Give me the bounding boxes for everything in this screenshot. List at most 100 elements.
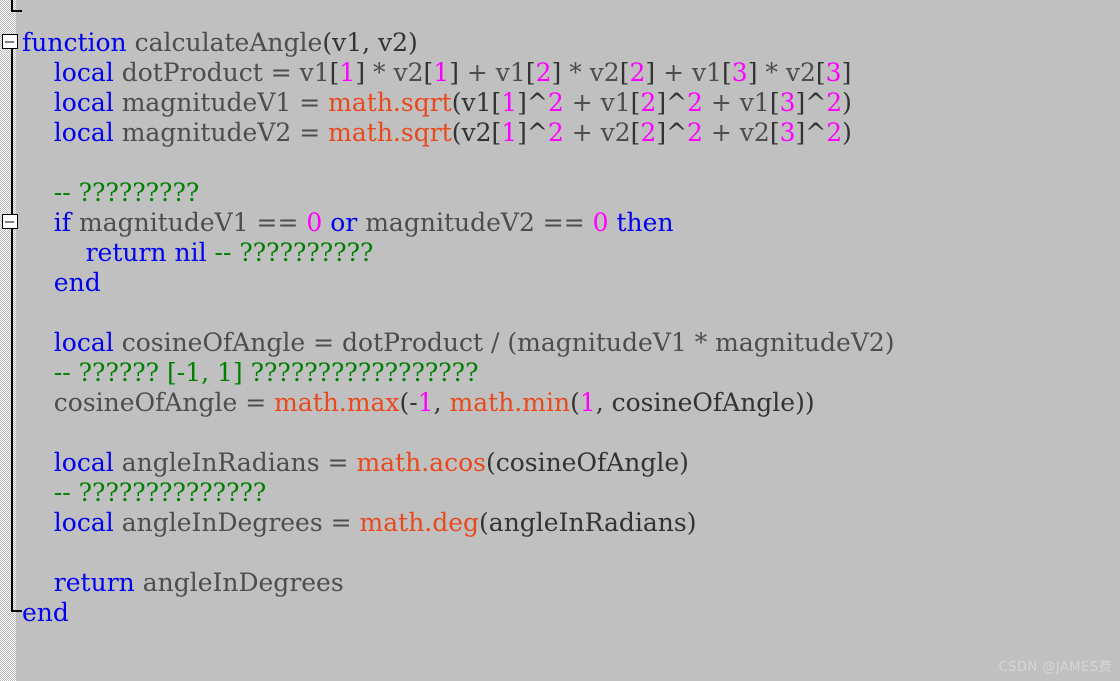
code-token-ident: magnitudeV2 ==	[357, 208, 593, 237]
code-line[interactable]	[22, 538, 1120, 568]
code-line[interactable]: local angleInDegrees = math.deg(angleInR…	[22, 508, 1120, 538]
code-token-num: 2	[687, 88, 703, 117]
code-token-kw: return	[85, 238, 167, 267]
code-token-num: 2	[687, 118, 703, 147]
code-line[interactable]: cosineOfAngle = math.max(-1, math.min(1,…	[22, 388, 1120, 418]
gutter-edge	[16, 0, 22, 681]
code-token-punct: ]^	[517, 88, 548, 117]
code-token-kw: local	[53, 118, 114, 147]
code-line[interactable]: -- ?????? [-1, 1] ?????????????????	[22, 358, 1120, 388]
code-line[interactable]: end	[22, 598, 1120, 628]
code-token-kw: local	[53, 58, 114, 87]
code-token-punct: [	[769, 118, 780, 147]
code-token-num: 2	[629, 58, 646, 87]
code-token-ident: magnitudeV1 ==	[71, 208, 307, 237]
code-token-kw: then	[616, 208, 674, 237]
code-token-ident: * v2	[757, 58, 816, 87]
code-token-num: 0	[306, 208, 323, 237]
code-token-num: 2	[547, 88, 564, 117]
code-line[interactable]	[22, 418, 1120, 448]
code-token-punct: (cosineOfAngle)	[485, 448, 689, 477]
code-token-ident: * v2	[561, 58, 620, 87]
code-token-punct: ]	[645, 58, 656, 87]
code-line[interactable]	[22, 148, 1120, 178]
code-token-ident: cosineOfAngle = dotProduct / (magnitudeV…	[113, 328, 895, 357]
code-token-fn: math.min	[449, 388, 571, 417]
code-line[interactable]: local dotProduct = v1[1] * v2[1] + v1[2]…	[22, 58, 1120, 88]
code-token-punct: ]^	[795, 118, 827, 147]
code-token-kw: function	[22, 28, 127, 57]
code-token-punct: [	[815, 58, 826, 87]
code-line[interactable]: -- ??????????????	[22, 478, 1120, 508]
fold-marker-if[interactable]	[2, 214, 18, 229]
code-token-punct: (	[570, 388, 580, 417]
code-token-punct: [	[491, 88, 502, 117]
code-token-fn: math.acos	[356, 448, 486, 477]
code-line[interactable]: local magnitudeV1 = math.sqrt(v1[1]^2 + …	[22, 88, 1120, 118]
code-line[interactable]: function calculateAngle(v1, v2)	[22, 28, 1120, 58]
code-token-kw: local	[53, 88, 114, 117]
code-token-ident	[609, 208, 617, 237]
fold-marker-function[interactable]	[2, 34, 18, 49]
code-text-area[interactable]: function calculateAngle(v1, v2) local do…	[22, 0, 1120, 681]
code-line[interactable]: local angleInRadians = math.acos(cosineO…	[22, 448, 1120, 478]
code-line[interactable]: return angleInDegrees	[22, 568, 1120, 598]
code-token-punct: ]	[747, 58, 758, 87]
code-token-kw: local	[53, 508, 114, 537]
code-token-punct: [	[630, 118, 641, 147]
code-token-ident: cosineOfAngle =	[53, 388, 275, 417]
code-token-kw: if	[53, 208, 72, 237]
code-token-ident: + v1	[458, 58, 526, 87]
code-token-ident: + v2	[702, 118, 770, 147]
code-token-num: 3	[731, 58, 748, 87]
code-token-comment: -- ?????????	[53, 178, 200, 207]
code-token-kw: nil	[174, 238, 207, 267]
code-token-num: 1	[339, 58, 356, 87]
code-token-ident: magnitudeV1 =	[113, 88, 329, 117]
code-token-num: 2	[535, 58, 552, 87]
code-token-num: 1	[501, 88, 518, 117]
code-token-kw: local	[53, 328, 114, 357]
code-line[interactable]: local magnitudeV2 = math.sqrt(v2[1]^2 + …	[22, 118, 1120, 148]
code-token-fn: math.deg	[359, 508, 480, 537]
code-token-num: 0	[592, 208, 609, 237]
code-line[interactable]: end	[22, 268, 1120, 298]
code-token-num: 2	[826, 118, 843, 147]
code-token-num: 2	[826, 88, 843, 117]
code-token-num: 1	[501, 118, 518, 147]
code-token-num: 1	[433, 58, 450, 87]
code-token-ident	[207, 238, 215, 267]
code-token-kw: or	[330, 208, 358, 237]
code-token-punct: (v1, v2)	[322, 28, 418, 57]
code-line[interactable]: local cosineOfAngle = dotProduct / (magn…	[22, 328, 1120, 358]
code-token-ident: angleInRadians =	[113, 448, 357, 477]
code-token-num: 3	[825, 58, 842, 87]
code-token-num: 2	[547, 118, 564, 147]
code-token-ident: angleInDegrees	[134, 568, 344, 597]
code-token-comment: -- ??????????????	[53, 478, 267, 507]
code-line[interactable]	[22, 298, 1120, 328]
code-token-punct: ]^	[656, 88, 688, 117]
code-folding-gutter[interactable]	[0, 0, 16, 681]
code-token-punct: ]	[355, 58, 366, 87]
code-token-num: 2	[640, 118, 657, 147]
code-token-fn: math.sqrt	[328, 118, 452, 147]
code-line[interactable]: if magnitudeV1 == 0 or magnitudeV2 == 0 …	[22, 208, 1120, 238]
code-token-ident: + v1	[655, 58, 723, 87]
code-token-punct: (angleInRadians)	[479, 508, 697, 537]
code-token-punct: ]	[449, 58, 459, 87]
fold-line-corner-bottom	[11, 598, 22, 612]
code-line[interactable]: return nil -- ??????????	[22, 238, 1120, 268]
code-token-ident: angleInDegrees =	[113, 508, 360, 537]
code-line[interactable]: -- ?????????	[22, 178, 1120, 208]
code-token-punct: ]^	[517, 118, 548, 147]
code-token-punct: [	[525, 58, 536, 87]
